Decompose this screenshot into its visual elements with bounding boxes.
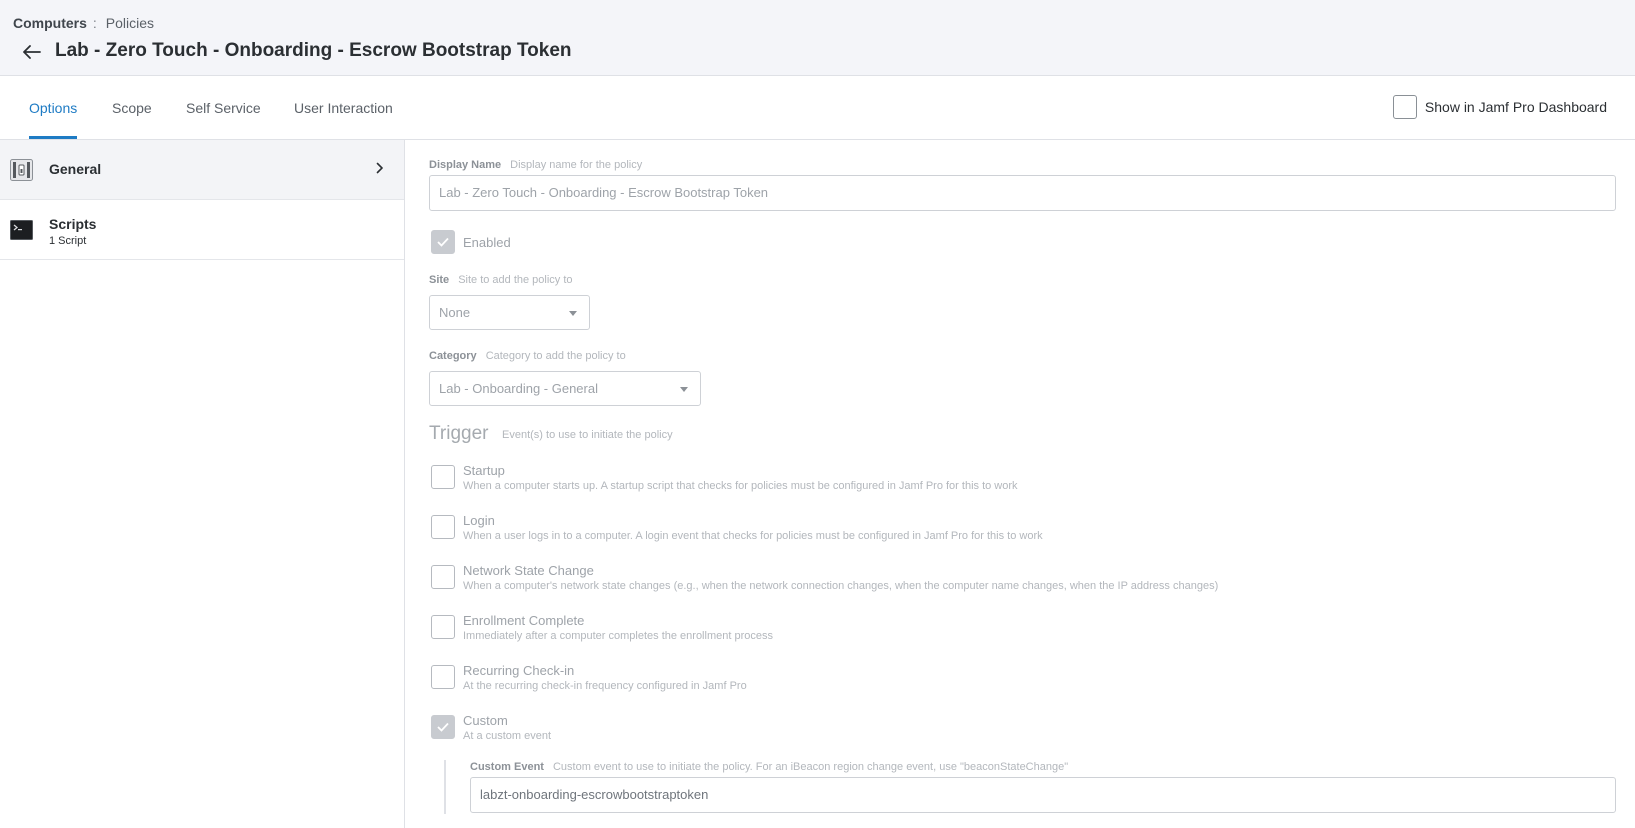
- sidebar-item-label: General: [49, 161, 102, 177]
- sidebar: General Scripts 1 Script: [0, 140, 405, 828]
- display-name-label-text: Display Name: [429, 159, 502, 171]
- trigger-custom-label: Custom: [463, 713, 508, 728]
- trigger-custom-desc: At a custom event: [463, 730, 552, 742]
- sidebar-item-label: Scripts: [49, 216, 97, 232]
- back-button[interactable]: [20, 40, 44, 64]
- site-select[interactable]: None: [429, 295, 590, 330]
- category-select[interactable]: Lab - Onboarding - General: [429, 371, 701, 406]
- tab-scope[interactable]: Scope: [112, 76, 152, 139]
- display-name-hint: Display name for the policy: [510, 159, 643, 171]
- trigger-enrollment-complete-label: Enrollment Complete: [463, 613, 585, 628]
- show-in-dashboard-toggle[interactable]: Show in Jamf Pro Dashboard: [1392, 95, 1607, 119]
- trigger-login-label: Login: [463, 513, 495, 528]
- breadcrumb: Computers : Policies: [13, 15, 154, 31]
- trigger-enrollment-complete-checkbox[interactable]: [431, 615, 455, 639]
- back-arrow-icon: [23, 45, 41, 59]
- tab-options[interactable]: Options: [29, 76, 78, 139]
- trigger-startup-checkbox[interactable]: [431, 465, 455, 489]
- trigger-login-desc: When a user logs in to a computer. A log…: [463, 530, 1043, 542]
- policy-options-form: Display Name Display name for the policy …: [406, 140, 1635, 828]
- trigger-section-hint: Event(s) to use to initiate the policy: [502, 429, 673, 441]
- checkmark-icon: [437, 722, 449, 732]
- trigger-startup-label: Startup: [463, 463, 505, 478]
- chevron-right-icon: [376, 162, 383, 174]
- trigger-recurring-check-in-label: Recurring Check-in: [463, 663, 575, 678]
- display-name-input[interactable]: Lab - Zero Touch - Onboarding - Escrow B…: [429, 175, 1616, 211]
- display-name-label: Display Name Display name for the policy: [429, 159, 642, 171]
- category-label: Category Category to add the policy to: [429, 350, 626, 362]
- site-hint: Site to add the policy to: [458, 274, 573, 286]
- show-in-dashboard-label: Show in Jamf Pro Dashboard: [1424, 99, 1607, 115]
- site-label: Site Site to add the policy to: [429, 274, 573, 286]
- general-settings-icon: [10, 159, 33, 181]
- custom-event-label: Custom Event Custom event to use to initi…: [470, 761, 1068, 773]
- custom-event-indent-bar: [444, 760, 446, 814]
- tab-user-interaction[interactable]: User Interaction: [294, 76, 393, 139]
- enabled-checkbox[interactable]: [431, 230, 455, 254]
- trigger-section-title: Trigger: [429, 423, 489, 444]
- trigger-network-state-change-desc: When a computer's network state changes …: [463, 580, 1219, 592]
- sidebar-item-scripts[interactable]: Scripts 1 Script: [0, 200, 404, 260]
- breadcrumb-policies[interactable]: Policies: [106, 15, 154, 31]
- category-hint: Category to add the policy to: [485, 350, 626, 362]
- trigger-recurring-check-in-checkbox[interactable]: [431, 665, 455, 689]
- trigger-login-checkbox[interactable]: [431, 515, 455, 539]
- site-label-text: Site: [429, 274, 450, 286]
- custom-event-label-text: Custom Event: [470, 761, 544, 773]
- category-label-text: Category: [429, 350, 477, 362]
- terminal-icon: [10, 220, 33, 240]
- checkmark-icon: [437, 237, 449, 247]
- trigger-recurring-check-in-desc: At the recurring check-in frequency conf…: [463, 680, 747, 692]
- sidebar-item-general[interactable]: General: [0, 140, 404, 200]
- page-header: Computers : Policies Lab - Zero Touch - …: [0, 0, 1635, 76]
- trigger-enrollment-complete-desc: Immediately after a computer completes t…: [463, 630, 773, 642]
- trigger-custom-checkbox[interactable]: [431, 715, 455, 739]
- custom-event-hint: Custom event to use to initiate the poli…: [552, 761, 1069, 773]
- caret-down-icon: [569, 311, 577, 316]
- page-title: Lab - Zero Touch - Onboarding - Escrow B…: [55, 40, 572, 61]
- breadcrumb-computers[interactable]: Computers: [13, 15, 87, 31]
- category-select-value: Lab - Onboarding - General: [439, 381, 598, 396]
- sidebar-item-count: 1 Script: [49, 235, 87, 247]
- tab-self-service[interactable]: Self Service: [186, 76, 261, 139]
- breadcrumb-separator: :: [92, 15, 97, 31]
- trigger-network-state-change-checkbox[interactable]: [431, 565, 455, 589]
- trigger-startup-desc: When a computer starts up. A startup scr…: [463, 480, 1018, 492]
- custom-event-input[interactable]: labzt-onboarding-escrowbootstraptoken: [470, 777, 1616, 813]
- site-select-value: None: [439, 305, 471, 320]
- caret-down-icon: [680, 387, 688, 392]
- show-in-dashboard-checkbox[interactable]: [1392, 95, 1417, 119]
- tab-bar: Options Scope Self Service User Interact…: [0, 76, 1635, 140]
- enabled-label: Enabled: [463, 235, 511, 250]
- trigger-network-state-change-label: Network State Change: [463, 563, 594, 578]
